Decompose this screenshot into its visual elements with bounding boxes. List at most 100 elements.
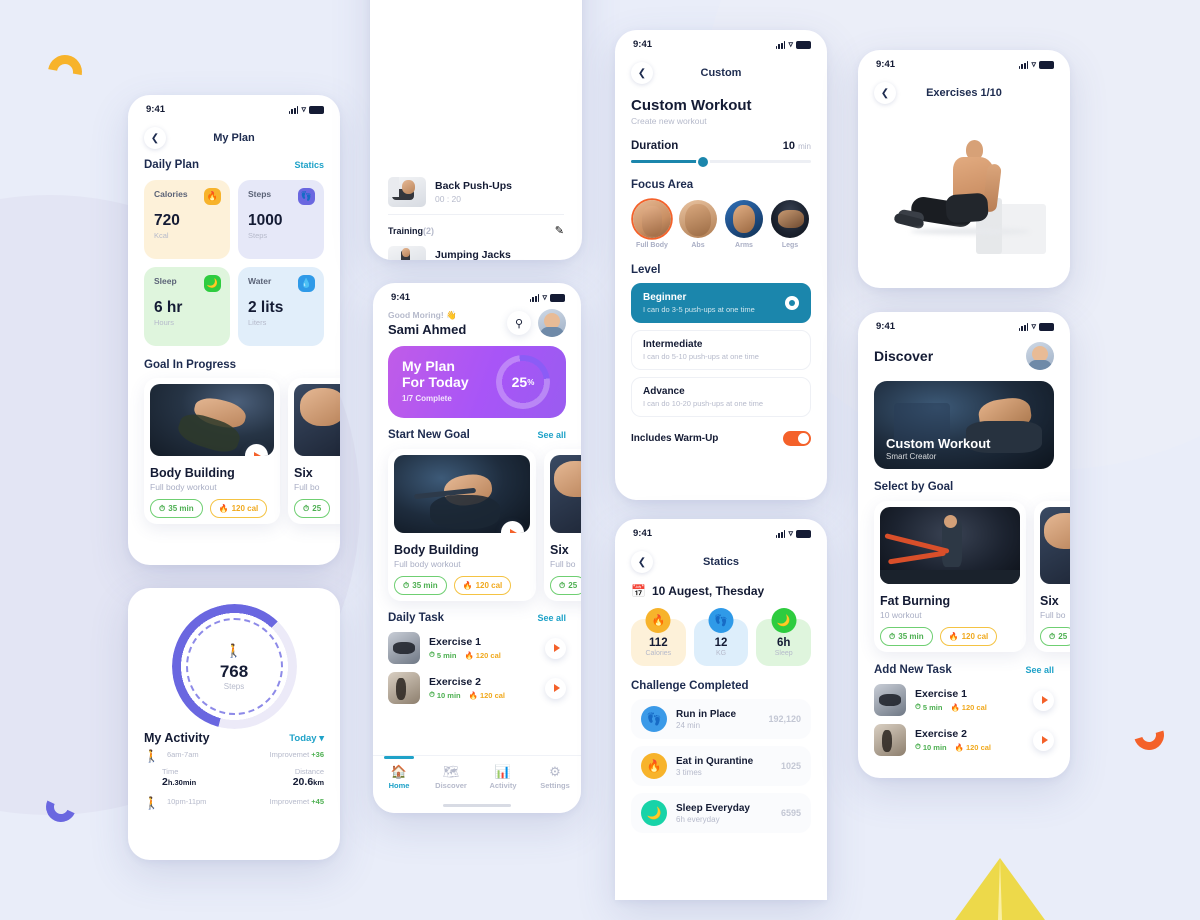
task-duration: ⏱ 10 min — [429, 690, 461, 700]
status-bar: 9:41 ▿ — [858, 312, 1070, 334]
statics-link[interactable]: Statics — [294, 160, 324, 170]
battery-icon — [796, 40, 811, 49]
avatar[interactable] — [1026, 342, 1054, 370]
nav-bar: ❮ My Plan — [128, 117, 340, 153]
battery-icon — [550, 293, 565, 302]
add-new-task-title: Add New Task — [874, 664, 952, 676]
focus-item-full-body[interactable]: Full Body — [631, 200, 673, 249]
stat-card-sleep[interactable]: Sleep 🌙 6 hr Hours — [144, 267, 230, 346]
calories-value: 120 cal — [961, 632, 989, 641]
goal-card[interactable]: Six Full bo ⏱ 25 — [544, 449, 581, 601]
wifi-icon: ▿ — [788, 528, 793, 538]
signal-icon — [529, 293, 540, 302]
level-option-beginner[interactable]: Beginner I can do 3-5 push-ups at one ti… — [631, 283, 811, 323]
time-unit-a: h.30 — [167, 778, 183, 787]
my-plan-today-card[interactable]: My Plan For Today 1/7 Complete 25% — [388, 346, 566, 418]
calories-chip: 🔥 120 cal — [209, 499, 268, 518]
play-button[interactable] — [1033, 689, 1054, 711]
footsteps-icon: 👣 — [298, 188, 315, 205]
screen-exercises: 9:41 ▿ ❮ Exercises 1/10 — [858, 50, 1070, 288]
play-button[interactable] — [545, 637, 566, 659]
goal-name: Six — [294, 466, 313, 480]
warmup-toggle[interactable] — [783, 431, 811, 446]
mini-stat-sleep[interactable]: 🌙 6h Sleep — [756, 608, 812, 666]
chevron-down-icon: ▾ — [319, 732, 324, 744]
stat-card-steps[interactable]: Steps 👣 1000 Steps — [238, 180, 324, 259]
stat-card-calories[interactable]: Calories 🔥 720 Kcal — [144, 180, 230, 259]
task-row[interactable]: Exercise 1 ⏱ 5 min 🔥 120 cal — [388, 628, 566, 668]
focus-item-arms[interactable]: Arms — [723, 200, 765, 249]
walking-icon: 🚶 — [225, 642, 243, 658]
level-option-advance[interactable]: Advance I can do 10-20 push-ups at one t… — [631, 377, 811, 417]
level-option-intermediate[interactable]: Intermediate I can do 5-10 push-ups at o… — [631, 330, 811, 370]
goal-card[interactable]: Body Building Full body workout ⏱ 35 min … — [388, 449, 536, 601]
goal-name: Fat Burning — [880, 594, 951, 608]
back-button[interactable]: ❮ — [631, 62, 653, 84]
battery-icon — [1039, 60, 1054, 69]
improvement-value: +36 — [311, 750, 324, 759]
goal-card[interactable]: Body Building Full body workout ⏱ 35 min … — [144, 378, 280, 524]
goal-carousel[interactable]: Body Building Full body workout ⏱ 35 min … — [373, 449, 581, 601]
focus-area-title: Focus Area — [631, 179, 694, 191]
see-all-link[interactable]: See all — [537, 430, 566, 440]
avatar[interactable] — [538, 309, 566, 337]
activity-range-dropdown[interactable]: Today ▾ — [289, 733, 324, 744]
goal-card[interactable]: Fat Burning 10 workout ⏱ 35 min 🔥 120 cal — [874, 501, 1026, 652]
search-button[interactable]: ⚲ — [507, 311, 531, 335]
challenge-row[interactable]: 🌙 Sleep Everyday 6h everyday 6595 — [631, 793, 811, 833]
status-time: 9:41 — [633, 39, 653, 50]
task-row[interactable]: Exercise 2 ⏱ 10 min 🔥 120 cal — [874, 720, 1054, 760]
task-calories: 🔥 120 cal — [468, 690, 505, 700]
goal-card[interactable]: Six Full bo ⏱ 25 — [288, 378, 340, 524]
task-row[interactable]: Exercise 1 ⏱ 5 min 🔥 120 cal — [874, 680, 1054, 720]
stat-value: 720 — [154, 212, 180, 229]
challenge-name: Eat in Qurantine — [676, 755, 754, 767]
goal-card[interactable]: Six Full bo ⏱ 25 — [1034, 501, 1070, 652]
mini-stat-kg[interactable]: 👣 12 KG — [693, 608, 749, 666]
exercise-thumbnail — [388, 246, 426, 260]
challenge-row[interactable]: 👣 Run in Place 24 min 192,120 — [631, 699, 811, 739]
tab-settings[interactable]: ⚙ Settings — [529, 765, 581, 790]
slider-knob[interactable] — [698, 156, 708, 167]
tab-home[interactable]: 🏠 Home — [373, 756, 425, 790]
challenge-row[interactable]: 🔥 Eat in Qurantine 3 times 1025 — [631, 746, 811, 786]
duration-value: 35 min — [898, 632, 924, 641]
play-button[interactable] — [1033, 729, 1054, 751]
duration-slider[interactable] — [631, 156, 811, 167]
daily-plan-stats: Calories 🔥 720 Kcal Steps 👣 1000 Steps S… — [144, 180, 324, 346]
stat-value: 2 lits — [248, 299, 284, 316]
distance-label: Distance — [294, 767, 324, 776]
challenge-sub: 24 min — [676, 720, 701, 730]
goal-photo — [880, 507, 1020, 584]
custom-workout-banner[interactable]: Custom Workout Smart Creator — [874, 381, 1054, 469]
back-button[interactable]: ❮ — [144, 127, 166, 149]
stat-card-water[interactable]: Water 💧 2 lits Liters — [238, 267, 324, 346]
focus-item-abs[interactable]: Abs — [677, 200, 719, 249]
exercise-illustration — [858, 112, 1070, 267]
focus-label: Full Body — [636, 242, 668, 249]
pencil-icon[interactable]: ✎ — [555, 224, 564, 237]
activity-metrics: Time 2h.30min Distance 20.6km — [128, 762, 340, 792]
play-button[interactable] — [545, 677, 566, 699]
focus-item-legs[interactable]: Legs — [769, 200, 811, 249]
nav-bar: ❮ Custom — [615, 52, 827, 88]
focus-photo — [725, 200, 763, 238]
goal-carousel[interactable]: Fat Burning 10 workout ⏱ 35 min 🔥 120 cal … — [858, 501, 1070, 652]
screen-statics: 9:41 ▿ ❮ Statics 📅 10 Augest, Thesday 🔥 … — [615, 519, 827, 900]
goal-carousel[interactable]: Body Building Full body workout ⏱ 35 min … — [144, 378, 340, 524]
challenge-name: Sleep Everyday — [676, 802, 750, 814]
exercise-row[interactable]: Jumping Jacks 00 : 20 — [370, 239, 582, 260]
back-button[interactable]: ❮ — [631, 551, 653, 573]
see-all-link[interactable]: See all — [1025, 665, 1054, 675]
task-row[interactable]: Exercise 2 ⏱ 10 min 🔥 120 cal — [388, 668, 566, 708]
discover-title: Discover — [874, 348, 934, 364]
tab-activity[interactable]: 📊 Activity — [477, 765, 529, 790]
mini-stat-calories[interactable]: 🔥 112 Calories — [631, 608, 686, 666]
screen-training: Back Push-Ups 00 : 20 Training(2) ✎ Jump… — [370, 0, 582, 260]
back-button[interactable]: ❮ — [874, 82, 896, 104]
duration-chip: ⏱ 25 — [294, 499, 331, 518]
status-time: 9:41 — [633, 528, 653, 539]
exercise-row[interactable]: Back Push-Ups 00 : 20 — [370, 170, 582, 214]
see-all-link[interactable]: See all — [537, 613, 566, 623]
tab-discover[interactable]: 🗺 Discover — [425, 765, 477, 790]
